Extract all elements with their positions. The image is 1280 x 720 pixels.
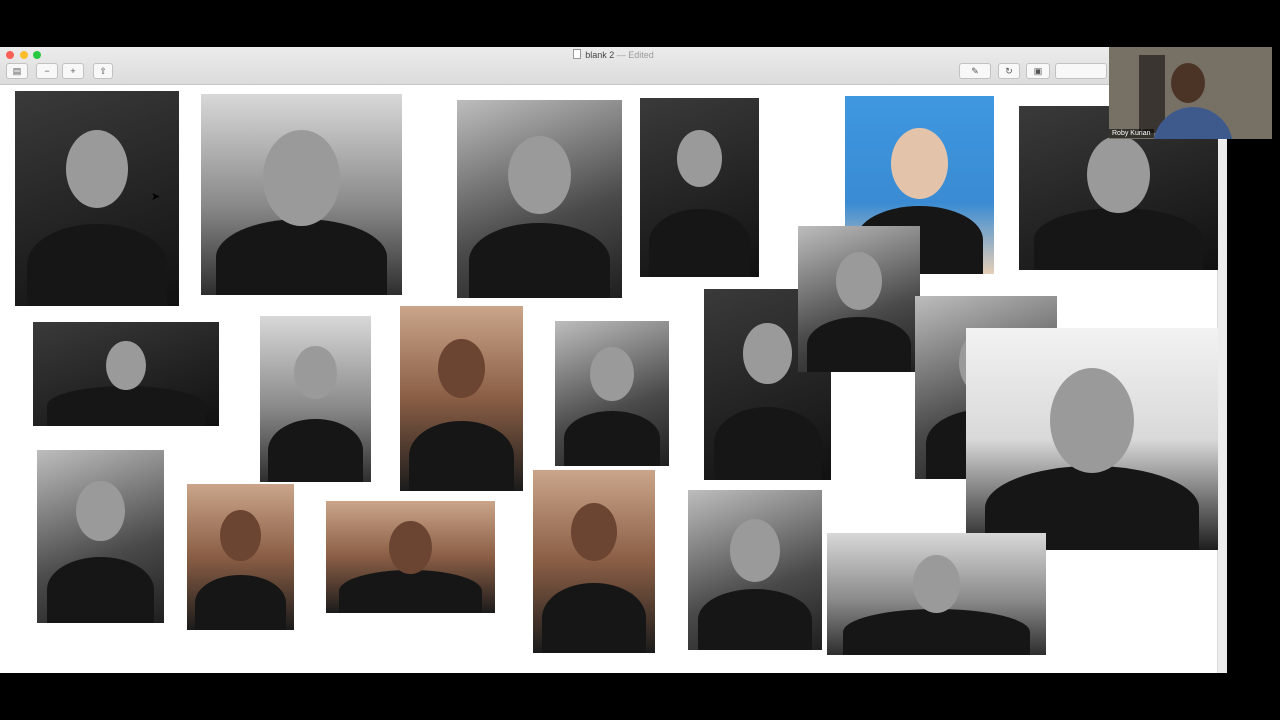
portrait-shoulders: [268, 418, 363, 482]
portrait-shoulders: [713, 407, 822, 480]
portrait-photo[interactable]: [827, 533, 1046, 655]
zoom-out-button[interactable]: −: [36, 63, 58, 79]
portrait-shoulders: [338, 570, 483, 613]
toolbox-button[interactable]: ▣: [1026, 63, 1050, 79]
portrait-face: [76, 481, 125, 542]
search-field[interactable]: [1055, 63, 1107, 79]
portrait-shoulders: [1033, 207, 1204, 270]
portrait-face: [1087, 135, 1150, 214]
portrait-shoulders: [542, 583, 646, 653]
vertical-scrollbar[interactable]: [1217, 85, 1227, 673]
portrait-face: [263, 130, 340, 226]
document-icon: [573, 49, 582, 59]
portrait-photo[interactable]: [33, 322, 219, 426]
portrait-shoulders: [216, 218, 387, 295]
portrait-face: [389, 521, 432, 575]
portrait-shoulders: [648, 208, 751, 277]
zoom-in-button[interactable]: +: [62, 63, 84, 79]
portrait-photo[interactable]: [640, 98, 759, 277]
portrait-shoulders: [409, 420, 514, 491]
window-title[interactable]: blank 2 — Edited: [0, 49, 1227, 60]
portrait-photo[interactable]: [37, 450, 164, 623]
portrait-photo[interactable]: [533, 470, 655, 653]
share-button[interactable]: ⇧: [93, 63, 113, 79]
portrait-face: [106, 340, 146, 391]
portrait-shoulders: [195, 574, 286, 630]
portrait-face: [1049, 367, 1135, 474]
portrait-shoulders: [563, 410, 661, 466]
portrait-photo[interactable]: [201, 94, 402, 295]
portrait-face: [835, 252, 883, 311]
portrait-shoulders: [27, 224, 167, 306]
portrait-shoulders: [46, 386, 206, 426]
portrait-face: [65, 129, 129, 208]
edited-status: — Edited: [616, 50, 654, 60]
portrait-face: [743, 323, 792, 384]
participant-torso: [1153, 107, 1233, 139]
participant-name: Roby Kurian: [1109, 129, 1154, 138]
portrait-photo[interactable]: [457, 100, 622, 298]
sidebar-toggle-button[interactable]: ▤: [6, 63, 28, 79]
portrait-shoulders: [807, 316, 911, 372]
portrait-photo[interactable]: [187, 484, 294, 630]
portrait-face: [508, 135, 571, 214]
portrait-shoulders: [46, 557, 155, 623]
portrait-face: [913, 554, 960, 613]
portrait-face: [891, 128, 948, 199]
portrait-shoulders: [698, 589, 812, 650]
portrait-photo[interactable]: [555, 321, 669, 466]
portrait-face: [438, 339, 485, 398]
title-bar: blank 2 — Edited ▤ − + ⇧ ✎ ↻ ▣: [0, 47, 1227, 85]
portrait-photo[interactable]: [966, 328, 1218, 550]
video-call-thumbnail[interactable]: Roby Kurian: [1109, 47, 1272, 139]
participant-avatar: [1171, 63, 1205, 103]
portrait-photo[interactable]: [400, 306, 523, 491]
portrait-face: [570, 502, 618, 561]
rotate-button[interactable]: ↻: [998, 63, 1020, 79]
portrait-face: [590, 347, 634, 402]
mouse-pointer-icon: ➤: [151, 191, 161, 203]
portrait-face: [729, 518, 781, 583]
portrait-photo[interactable]: [688, 490, 822, 650]
portrait-shoulders: [843, 608, 1030, 655]
document-name: blank 2: [585, 50, 615, 60]
portrait-photo[interactable]: [798, 226, 920, 372]
portrait-photo[interactable]: [260, 316, 371, 482]
portrait-face: [220, 510, 261, 562]
portrait-face: [294, 345, 337, 399]
portrait-face: [676, 130, 723, 187]
portrait-shoulders: [469, 222, 610, 298]
portrait-photo[interactable]: [326, 501, 495, 613]
markup-button[interactable]: ✎: [959, 63, 991, 79]
